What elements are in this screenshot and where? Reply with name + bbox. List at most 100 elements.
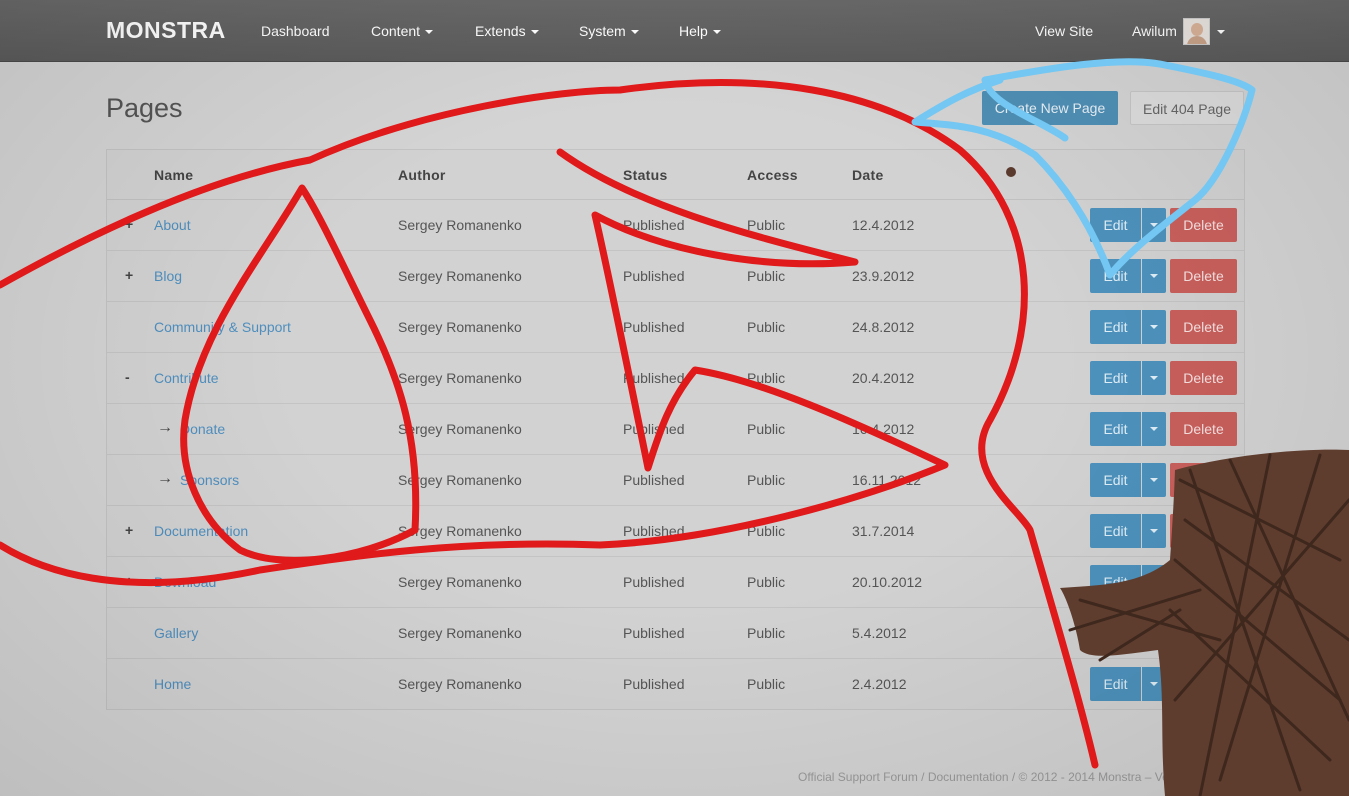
edit-button[interactable]: Edit xyxy=(1090,259,1141,293)
column-name: Name xyxy=(154,167,194,183)
status-cell: Published xyxy=(623,268,685,284)
caret-down-icon xyxy=(1150,478,1158,482)
edit-dropdown-toggle[interactable] xyxy=(1142,310,1166,344)
caret-down-icon xyxy=(1150,325,1158,329)
status-cell: Published xyxy=(623,217,685,233)
author-cell: Sergey Romanenko xyxy=(398,472,522,488)
pages-table: Name Author Status Access Date + About Ser… xyxy=(106,149,1245,710)
edit-button[interactable]: Edit xyxy=(1090,616,1141,650)
page-name-link[interactable]: Blog xyxy=(154,268,182,284)
user-menu-toggle[interactable] xyxy=(1212,23,1225,39)
delete-button[interactable]: Delete xyxy=(1170,208,1237,242)
delete-button[interactable]: Delete xyxy=(1170,565,1237,599)
nav-extends-label: Extends xyxy=(475,23,526,39)
user-name: Awilum xyxy=(1132,23,1177,39)
edit-dropdown-toggle[interactable] xyxy=(1142,208,1166,242)
page-name-link[interactable]: Community & Support xyxy=(154,319,291,335)
edit-dropdown-toggle[interactable] xyxy=(1142,412,1166,446)
edit-button[interactable]: Edit xyxy=(1090,412,1141,446)
edit-button[interactable]: Edit xyxy=(1090,667,1141,701)
nav-system[interactable]: System xyxy=(579,23,639,39)
column-status: Status xyxy=(623,167,668,183)
page-name-link[interactable]: Documentation xyxy=(154,523,248,539)
delete-button[interactable]: Delete xyxy=(1170,514,1237,548)
date-cell: 5.4.2012 xyxy=(852,625,907,641)
delete-button[interactable]: Delete xyxy=(1170,259,1237,293)
access-cell: Public xyxy=(747,217,786,233)
edit-button[interactable]: Edit xyxy=(1090,208,1141,242)
brand-logo[interactable]: MONSTRA xyxy=(106,17,226,44)
page-name-link[interactable]: Sponsors xyxy=(180,472,239,488)
caret-down-icon xyxy=(712,30,721,35)
edit-404-page-button[interactable]: Edit 404 Page xyxy=(1130,91,1244,125)
edit-dropdown-toggle[interactable] xyxy=(1142,463,1166,497)
date-cell: 16.4.2012 xyxy=(852,421,915,437)
avatar[interactable] xyxy=(1183,18,1210,45)
edit-dropdown-toggle[interactable] xyxy=(1142,616,1166,650)
caret-down-icon xyxy=(1150,682,1158,686)
edit-dropdown-toggle[interactable] xyxy=(1142,361,1166,395)
edit-button[interactable]: Edit xyxy=(1090,565,1141,599)
page-name-link[interactable]: Download xyxy=(154,574,216,590)
edit-button[interactable]: Edit xyxy=(1090,514,1141,548)
status-cell: Published xyxy=(623,523,685,539)
access-cell: Public xyxy=(747,319,786,335)
table-row: + Blog Sergey Romanenko Published Public 23.9… xyxy=(107,251,1244,302)
date-cell: 31.7.2014 xyxy=(852,523,915,539)
table-row: Community & Support Sergey Romanenko Publi… xyxy=(107,302,1244,353)
access-cell: Public xyxy=(747,421,786,437)
status-cell: Published xyxy=(623,421,685,437)
column-author: Author xyxy=(398,167,446,183)
status-cell: Published xyxy=(623,625,685,641)
author-cell: Sergey Romanenko xyxy=(398,625,522,641)
expand-toggle[interactable]: + xyxy=(125,267,133,283)
caret-down-icon xyxy=(1150,376,1158,380)
delete-button[interactable]: Delete xyxy=(1170,310,1237,344)
footer-text[interactable]: Official Support Forum / Documentation /… xyxy=(798,770,1205,784)
delete-button[interactable]: Delete xyxy=(1170,616,1237,650)
delete-button[interactable]: Delete xyxy=(1170,667,1237,701)
table-row: + Documentation Sergey Romanenko Published P… xyxy=(107,506,1244,557)
page-name-link[interactable]: Home xyxy=(154,676,191,692)
expand-toggle[interactable]: + xyxy=(125,573,133,589)
edit-button[interactable]: Edit xyxy=(1090,361,1141,395)
nav-extends[interactable]: Extends xyxy=(475,23,539,39)
nav-content[interactable]: Content xyxy=(371,23,434,39)
caret-down-icon xyxy=(1217,30,1225,35)
view-site-link[interactable]: View Site xyxy=(1035,23,1093,39)
page-name-link[interactable]: About xyxy=(154,217,191,233)
page-name-link[interactable]: Gallery xyxy=(154,625,198,641)
edit-button[interactable]: Edit xyxy=(1090,310,1141,344)
author-cell: Sergey Romanenko xyxy=(398,370,522,386)
author-cell: Sergey Romanenko xyxy=(398,421,522,437)
caret-down-icon xyxy=(1150,274,1158,278)
status-cell: Published xyxy=(623,574,685,590)
delete-button[interactable]: Delete xyxy=(1170,412,1237,446)
page-name-link[interactable]: Donate xyxy=(180,421,225,437)
access-cell: Public xyxy=(747,523,786,539)
caret-down-icon xyxy=(425,30,434,35)
page-name-link[interactable]: Contribute xyxy=(154,370,219,386)
user-menu[interactable]: Awilum xyxy=(1132,23,1177,39)
delete-button[interactable]: Delete xyxy=(1170,463,1237,497)
expand-toggle[interactable]: + xyxy=(125,522,133,538)
nav-help-label: Help xyxy=(679,23,708,39)
create-new-page-button[interactable]: Create New Page xyxy=(982,91,1118,125)
expand-toggle[interactable]: - xyxy=(125,369,130,385)
nav-dashboard[interactable]: Dashboard xyxy=(261,23,330,39)
edit-dropdown-toggle[interactable] xyxy=(1142,565,1166,599)
expand-toggle[interactable]: + xyxy=(125,216,133,232)
table-row: + Download Sergey Romanenko Published Public… xyxy=(107,557,1244,608)
edit-dropdown-toggle[interactable] xyxy=(1142,667,1166,701)
author-cell: Sergey Romanenko xyxy=(398,319,522,335)
access-cell: Public xyxy=(747,268,786,284)
date-cell: 20.10.2012 xyxy=(852,574,923,590)
table-header: Name Author Status Access Date xyxy=(107,150,1244,200)
edit-dropdown-toggle[interactable] xyxy=(1142,514,1166,548)
edit-button[interactable]: Edit xyxy=(1090,463,1141,497)
delete-button[interactable]: Delete xyxy=(1170,361,1237,395)
edit-dropdown-toggle[interactable] xyxy=(1142,259,1166,293)
child-arrow-icon: → xyxy=(157,419,173,436)
access-cell: Public xyxy=(747,574,786,590)
nav-help[interactable]: Help xyxy=(679,23,721,39)
